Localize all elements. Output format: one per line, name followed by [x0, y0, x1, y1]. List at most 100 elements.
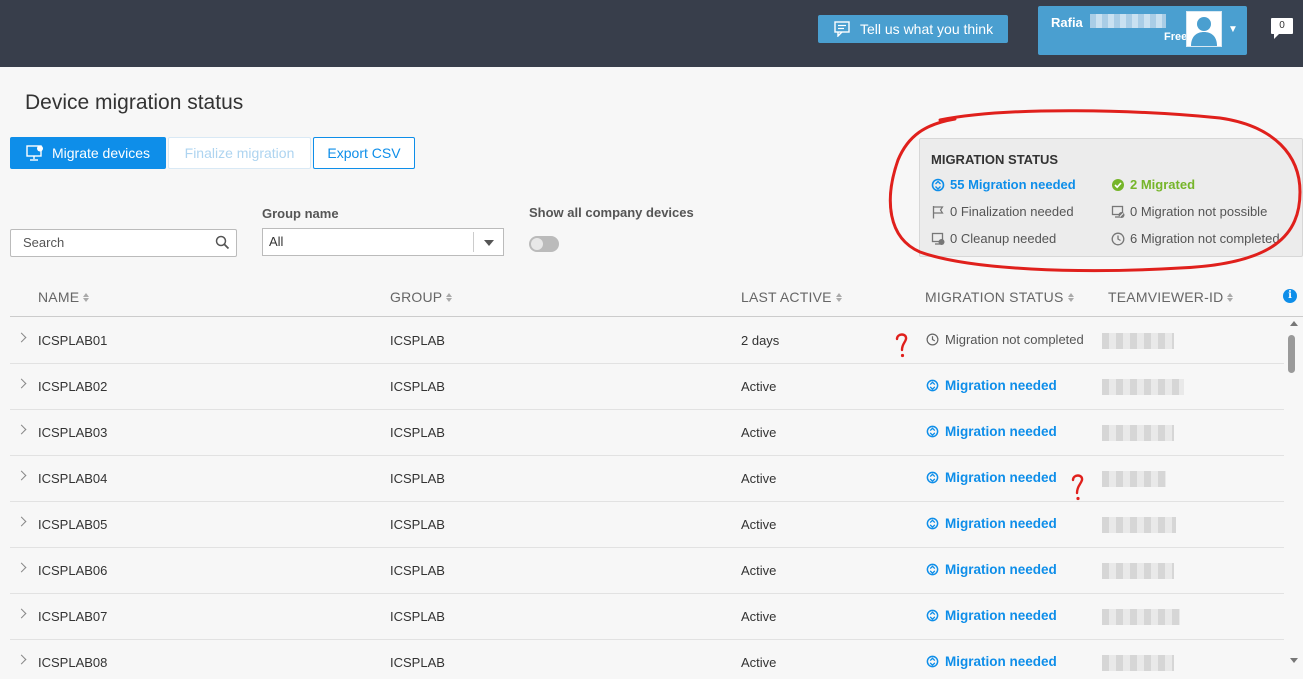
search-icon[interactable]: [215, 235, 230, 250]
device-table: ICSPLAB01 ICSPLAB 2 days Migration not c…: [10, 318, 1284, 679]
show-all-devices-toggle[interactable]: [529, 236, 559, 252]
expand-chevron-icon[interactable]: [16, 516, 27, 527]
user-name-redacted: [1090, 14, 1166, 28]
teamviewer-id-redacted: [1102, 517, 1176, 533]
device-name: ICSPLAB06: [38, 563, 108, 578]
teamviewer-id-redacted: [1102, 609, 1180, 625]
status-cleanup-needed[interactable]: 0 Cleanup needed: [931, 231, 1056, 246]
device-last-active: Active: [741, 425, 777, 440]
expand-chevron-icon[interactable]: [16, 424, 27, 435]
device-group: ICSPLAB: [390, 609, 445, 624]
table-row[interactable]: ICSPLAB04 ICSPLAB Active Migration neede…: [10, 456, 1284, 502]
device-last-active: Active: [741, 655, 777, 670]
scroll-up-arrow-icon[interactable]: [1290, 321, 1298, 326]
scrollbar-thumb[interactable]: [1288, 335, 1295, 373]
device-migration-status-label: Migration needed: [945, 562, 1057, 577]
teamviewer-id-redacted: [1102, 655, 1174, 671]
table-row[interactable]: ICSPLAB05 ICSPLAB Active Migration neede…: [10, 502, 1284, 548]
migration-status-panel: MIGRATION STATUS 55 Migration needed 2 M…: [919, 138, 1303, 257]
info-icon[interactable]: i: [1283, 289, 1297, 303]
feedback-icon: [834, 21, 850, 37]
expand-chevron-icon[interactable]: [16, 332, 27, 343]
table-row[interactable]: ICSPLAB08 ICSPLAB Active Migration neede…: [10, 640, 1284, 679]
device-migration-status[interactable]: Migration needed: [926, 470, 1057, 485]
avatar: [1186, 11, 1222, 47]
device-migration-status[interactable]: Migration needed: [926, 424, 1057, 439]
teamviewer-id-redacted: [1102, 425, 1174, 441]
sort-icon: [835, 292, 842, 302]
device-migration-status[interactable]: Migration needed: [926, 608, 1057, 623]
expand-chevron-icon[interactable]: [16, 378, 27, 389]
column-group[interactable]: GROUP: [390, 289, 453, 305]
device-group: ICSPLAB: [390, 333, 445, 348]
table-row[interactable]: ICSPLAB07 ICSPLAB Active Migration neede…: [10, 594, 1284, 640]
export-csv-button[interactable]: Export CSV: [313, 137, 415, 169]
device-migration-status-label: Migration needed: [945, 470, 1057, 485]
status-migrated[interactable]: 2 Migrated: [1111, 177, 1195, 192]
device-migration-status-label: Migration needed: [945, 424, 1057, 439]
expand-chevron-icon[interactable]: [16, 562, 27, 573]
teamviewer-id-redacted: [1102, 333, 1174, 349]
feedback-button[interactable]: Tell us what you think: [818, 15, 1008, 43]
account-menu[interactable]: Rafia Free ▼: [1038, 6, 1247, 55]
cleanup-icon: [931, 232, 945, 245]
device-group: ICSPLAB: [390, 517, 445, 532]
device-migration-status[interactable]: Migration needed: [926, 654, 1057, 669]
blocked-device-icon: [1111, 205, 1125, 218]
device-last-active: Active: [741, 517, 777, 532]
device-group: ICSPLAB: [390, 655, 445, 670]
device-last-active: Active: [741, 471, 777, 486]
column-teamviewer-id[interactable]: TEAMVIEWER-ID: [1108, 289, 1234, 305]
device-migration-status-label: Migration needed: [945, 378, 1057, 393]
clock-icon: [926, 333, 939, 346]
search-input[interactable]: Search: [10, 229, 237, 257]
migrate-devices-button[interactable]: Migrate devices: [10, 137, 166, 169]
column-name[interactable]: NAME: [38, 289, 90, 305]
table-scrollbar[interactable]: [1285, 318, 1303, 679]
device-group: ICSPLAB: [390, 425, 445, 440]
status-not-completed[interactable]: 6 Migration not completed: [1111, 231, 1280, 246]
column-last-active-label: LAST ACTIVE: [741, 289, 832, 305]
expand-chevron-icon[interactable]: [16, 654, 27, 665]
user-avatar-icon: [1191, 17, 1217, 46]
device-migration-status[interactable]: Migration needed: [926, 516, 1057, 531]
feedback-label: Tell us what you think: [860, 21, 994, 37]
table-row[interactable]: ICSPLAB02 ICSPLAB Active Migration neede…: [10, 364, 1284, 410]
top-bar: Tell us what you think Rafia Free ▼ 0: [0, 0, 1303, 67]
device-name: ICSPLAB04: [38, 471, 108, 486]
expand-chevron-icon[interactable]: [16, 470, 27, 481]
device-name: ICSPLAB02: [38, 379, 108, 394]
table-row[interactable]: ICSPLAB03 ICSPLAB Active Migration neede…: [10, 410, 1284, 456]
column-migration-status[interactable]: MIGRATION STATUS: [925, 289, 1074, 305]
column-last-active[interactable]: LAST ACTIVE: [741, 289, 842, 305]
expand-chevron-icon[interactable]: [16, 608, 27, 619]
device-last-active: 2 days: [741, 333, 780, 348]
status-migration-needed[interactable]: 55 Migration needed: [931, 177, 1076, 192]
column-name-label: NAME: [38, 289, 80, 305]
finalize-migration-button[interactable]: Finalize migration: [168, 137, 311, 169]
sort-icon: [446, 292, 453, 302]
table-row[interactable]: ICSPLAB06 ICSPLAB Active Migration neede…: [10, 548, 1284, 594]
table-header: NAME GROUP LAST ACTIVE MIGRATION STATUS …: [10, 280, 1303, 317]
sync-icon: [926, 425, 939, 438]
status-not-possible-label: 0 Migration not possible: [1130, 204, 1268, 219]
device-last-active: Active: [741, 609, 777, 624]
sync-icon: [926, 655, 939, 668]
group-name-select[interactable]: All: [262, 228, 504, 256]
device-name: ICSPLAB07: [38, 609, 108, 624]
monitor-migrate-icon: [26, 144, 43, 161]
show-all-devices-label: Show all company devices: [529, 205, 694, 220]
device-migration-status[interactable]: Migration needed: [926, 562, 1057, 577]
chevron-down-icon: ▼: [1228, 24, 1238, 35]
clock-icon: [1111, 232, 1125, 245]
status-finalization-needed[interactable]: 0 Finalization needed: [931, 204, 1074, 219]
device-migration-status[interactable]: Migration needed: [926, 378, 1057, 393]
notifications-badge[interactable]: 0: [1271, 18, 1293, 39]
search-placeholder: Search: [23, 235, 65, 250]
device-name: ICSPLAB08: [38, 655, 108, 670]
scroll-down-arrow-icon[interactable]: [1290, 658, 1298, 663]
status-not-possible[interactable]: 0 Migration not possible: [1111, 204, 1267, 219]
table-row[interactable]: ICSPLAB01 ICSPLAB 2 days Migration not c…: [10, 318, 1284, 364]
sort-icon: [1067, 292, 1074, 302]
sync-icon: [926, 379, 939, 392]
